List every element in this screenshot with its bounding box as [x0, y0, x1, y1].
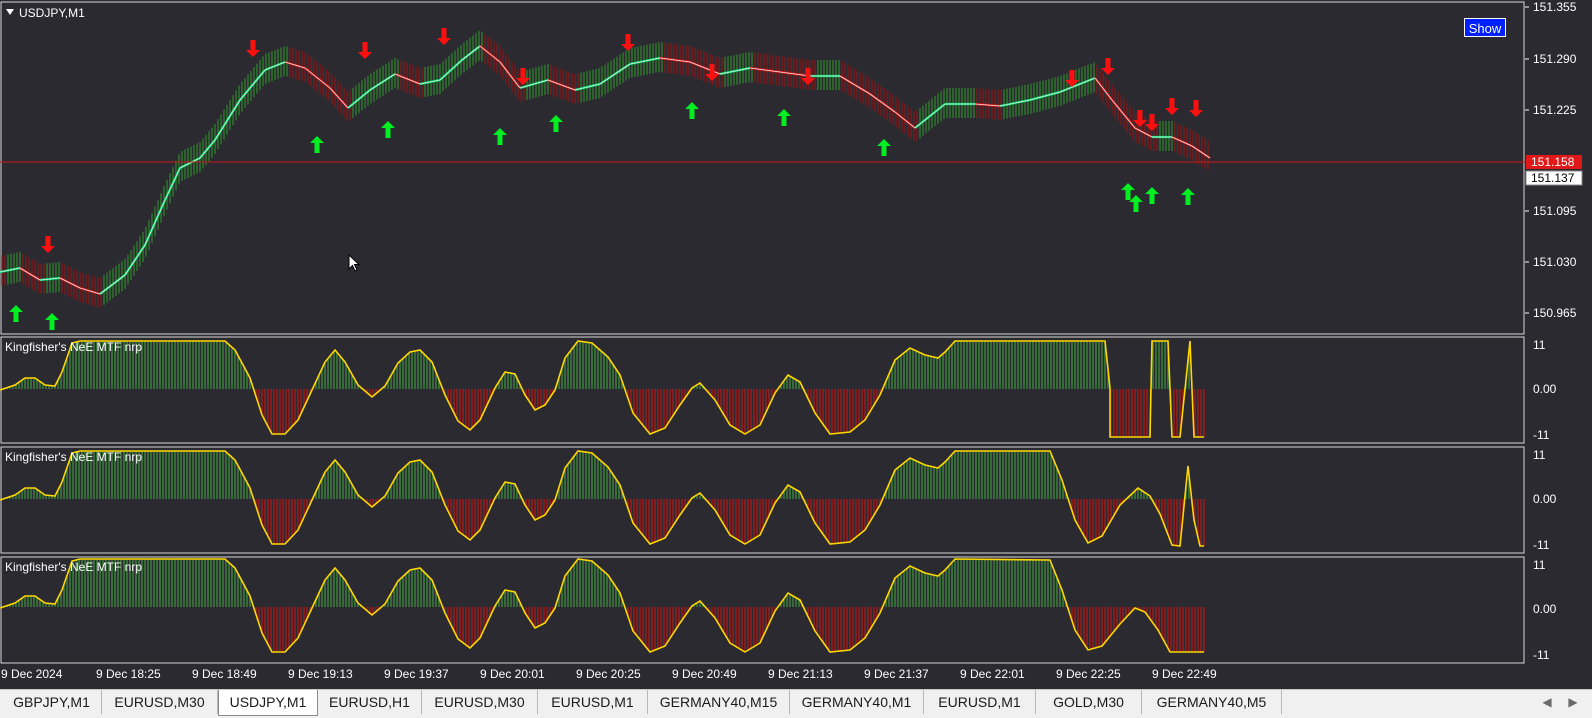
arrow-up-icon: [381, 121, 395, 138]
tab-germany40-m1[interactable]: GERMANY40,M1: [790, 690, 924, 714]
scale-label: 11: [1533, 558, 1546, 572]
tab-gbpjpy-m1[interactable]: GBPJPY,M1: [2, 690, 102, 714]
arrow-up-icon: [493, 128, 507, 145]
arrow-up-icon: [685, 102, 699, 119]
time-label: 9 Dec 21:13: [768, 667, 833, 681]
signal-arrows: [9, 28, 1203, 330]
arrow-up-icon: [1129, 195, 1143, 212]
arrow-up-icon: [777, 109, 791, 126]
scale-label: 0.00: [1533, 382, 1557, 396]
bid-price-label: 151.137: [1531, 171, 1575, 185]
scale-label: 11: [1533, 448, 1546, 462]
arrow-down-icon: [1165, 98, 1179, 115]
chevron-left-icon[interactable]: ◀: [1540, 694, 1554, 710]
time-label: 9 Dec 20:49: [672, 667, 737, 681]
time-label: 9 Dec 18:25: [96, 667, 161, 681]
tab-eurusd-m1[interactable]: EURUSD,M1: [538, 690, 648, 714]
tab-eurusd-h1[interactable]: EURUSD,H1: [318, 690, 422, 714]
scale-label: -11: [1533, 538, 1550, 552]
arrow-up-icon: [45, 313, 59, 330]
price-segment: [199, 139, 216, 159]
time-label: 9 Dec 20:01: [480, 667, 545, 681]
main-chart-frame: [0, 1, 1525, 335]
price-label: 151.355: [1533, 0, 1577, 14]
mouse-pointer-icon: [348, 254, 361, 272]
arrow-up-icon: [9, 305, 23, 322]
price-segment: [547, 79, 576, 91]
price-segment: [1134, 127, 1153, 138]
arrow-down-icon: [358, 42, 372, 59]
subpanel-1[interactable]: Kingfisher's NeE MTF nrp 11 0.00 -11: [0, 336, 1557, 444]
time-label: 9 Dec 19:37: [384, 667, 449, 681]
arrow-up-icon: [1145, 187, 1159, 204]
main-histogram: [1, 30, 1209, 308]
symbol-tab-bar: GBPJPY,M1 EURUSD,M30 USDJPY,M1 EURUSD,H1…: [0, 689, 1592, 718]
price-segment: [329, 87, 349, 109]
arrow-down-icon: [246, 40, 260, 57]
tab-germany40-m15[interactable]: GERMANY40,M15: [648, 690, 790, 714]
price-label: 151.225: [1533, 103, 1577, 117]
scale-label: -11: [1533, 648, 1550, 662]
subpanel-title: Kingfisher's NeE MTF nrp: [5, 340, 142, 354]
subpanel-title: Kingfisher's NeE MTF nrp: [5, 450, 142, 464]
price-label: 151.030: [1533, 255, 1577, 269]
tab-gold-m30[interactable]: GOLD,M30: [1036, 690, 1142, 714]
time-label: 9 Dec 21:37: [864, 667, 929, 681]
time-label: 9 Dec 19:13: [288, 667, 353, 681]
tab-usdjpy-m1[interactable]: USDJPY,M1: [218, 690, 318, 716]
arrow-up-icon: [1121, 183, 1135, 200]
time-label: 9 Dec 22:01: [960, 667, 1025, 681]
scale-label: 0.00: [1533, 492, 1557, 506]
price-segment: [869, 93, 896, 113]
tab-eurusd-m30[interactable]: EURUSD,M30: [422, 690, 538, 714]
arrow-down-icon: [41, 236, 55, 253]
subpanel-3[interactable]: Kingfisher's NeE MTF nrp 11 0.00 -11: [0, 556, 1557, 664]
subpanel-title: Kingfisher's NeE MTF nrp: [5, 560, 142, 574]
time-label: 9 Dec 20:25: [576, 667, 641, 681]
tab-eurusd-m1[interactable]: EURUSD,M1: [924, 690, 1036, 714]
arrow-down-icon: [1189, 100, 1203, 117]
price-label: 150.965: [1533, 306, 1577, 320]
arrow-up-icon: [1181, 188, 1195, 205]
chart-area[interactable]: USDJPY,M1 151.355 151.290 151.225 151.09…: [0, 0, 1592, 689]
ask-price-label: 151.158: [1531, 155, 1575, 169]
arrow-down-icon: [437, 28, 451, 45]
show-button[interactable]: Show: [1464, 18, 1506, 37]
subpanel-2[interactable]: Kingfisher's NeE MTF nrp 11 0.00 -11: [0, 446, 1557, 554]
arrow-up-icon: [310, 136, 324, 153]
arrow-up-icon: [549, 115, 563, 132]
tab-eurusd-m30[interactable]: EURUSD,M30: [102, 690, 218, 714]
triangle-down-icon[interactable]: [6, 9, 14, 15]
arrow-down-icon: [621, 34, 635, 51]
price-segment: [461, 45, 481, 61]
price-label: 151.290: [1533, 52, 1577, 66]
time-label: 9 Dec 22:49: [1152, 667, 1217, 681]
arrow-up-icon: [877, 139, 891, 156]
scale-label: -11: [1533, 428, 1550, 442]
time-axis: 9 Dec 2024 9 Dec 18:25 9 Dec 18:49 9 Dec…: [1, 667, 1217, 681]
scale-label: 11: [1533, 338, 1546, 352]
scale-label: 0.00: [1533, 602, 1557, 616]
time-label: 9 Dec 18:49: [192, 667, 257, 681]
price-segment: [239, 69, 266, 101]
chart-title: USDJPY,M1: [19, 6, 85, 20]
time-label: 9 Dec 2024: [1, 667, 63, 681]
time-label: 9 Dec 22:25: [1056, 667, 1121, 681]
tab-germany40-m5[interactable]: GERMANY40,M5: [1142, 690, 1282, 714]
price-label: 151.095: [1533, 204, 1577, 218]
chevron-right-icon[interactable]: ▶: [1566, 694, 1580, 710]
